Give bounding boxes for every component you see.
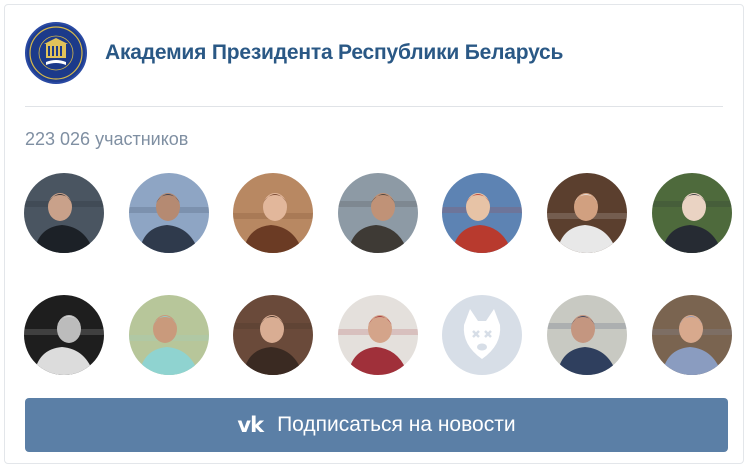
header-divider [25, 106, 723, 107]
member-avatar[interactable] [337, 173, 418, 253]
group-logo-icon[interactable] [25, 22, 87, 84]
member-photo-icon [546, 173, 627, 253]
member-avatar[interactable] [442, 173, 523, 253]
member-photo-icon [442, 173, 523, 253]
member-avatar[interactable] [128, 295, 209, 375]
subscribe-button[interactable]: vk Подписаться на новости [25, 398, 728, 452]
member-avatar[interactable] [546, 173, 627, 253]
member-photo-icon [233, 295, 314, 375]
member-avatar[interactable] [233, 173, 314, 253]
member-avatar[interactable] [337, 295, 418, 375]
vk-community-widget: Академия Президента Республики Беларусь … [4, 4, 744, 464]
member-photo-icon [24, 295, 104, 375]
member-avatar[interactable] [233, 295, 314, 375]
members-count[interactable]: 223 026 участников [25, 129, 188, 150]
member-avatar[interactable] [546, 295, 627, 375]
member-photo-icon [337, 295, 418, 375]
member-avatar[interactable] [651, 295, 732, 375]
member-avatar[interactable] [651, 173, 732, 253]
member-photo-icon [24, 173, 104, 253]
member-photo-icon [128, 295, 209, 375]
subscribe-button-label: Подписаться на новости [277, 413, 516, 436]
member-avatar-placeholder[interactable] [442, 295, 523, 375]
member-photo-icon [546, 295, 627, 375]
widget-header: Академия Президента Республики Беларусь [25, 17, 725, 89]
member-photo-icon [651, 295, 732, 375]
member-avatars-grid [24, 173, 732, 375]
member-avatar[interactable] [24, 295, 104, 375]
dog-placeholder-icon [442, 295, 523, 375]
vk-logo-icon: vk [237, 413, 264, 437]
member-avatar[interactable] [24, 173, 104, 253]
member-photo-icon [233, 173, 314, 253]
academy-emblem-icon [29, 26, 83, 80]
member-photo-icon [651, 173, 732, 253]
member-photo-icon [337, 173, 418, 253]
group-name-link[interactable]: Академия Президента Республики Беларусь [105, 41, 563, 65]
member-photo-icon [128, 173, 209, 253]
member-avatar[interactable] [128, 173, 209, 253]
